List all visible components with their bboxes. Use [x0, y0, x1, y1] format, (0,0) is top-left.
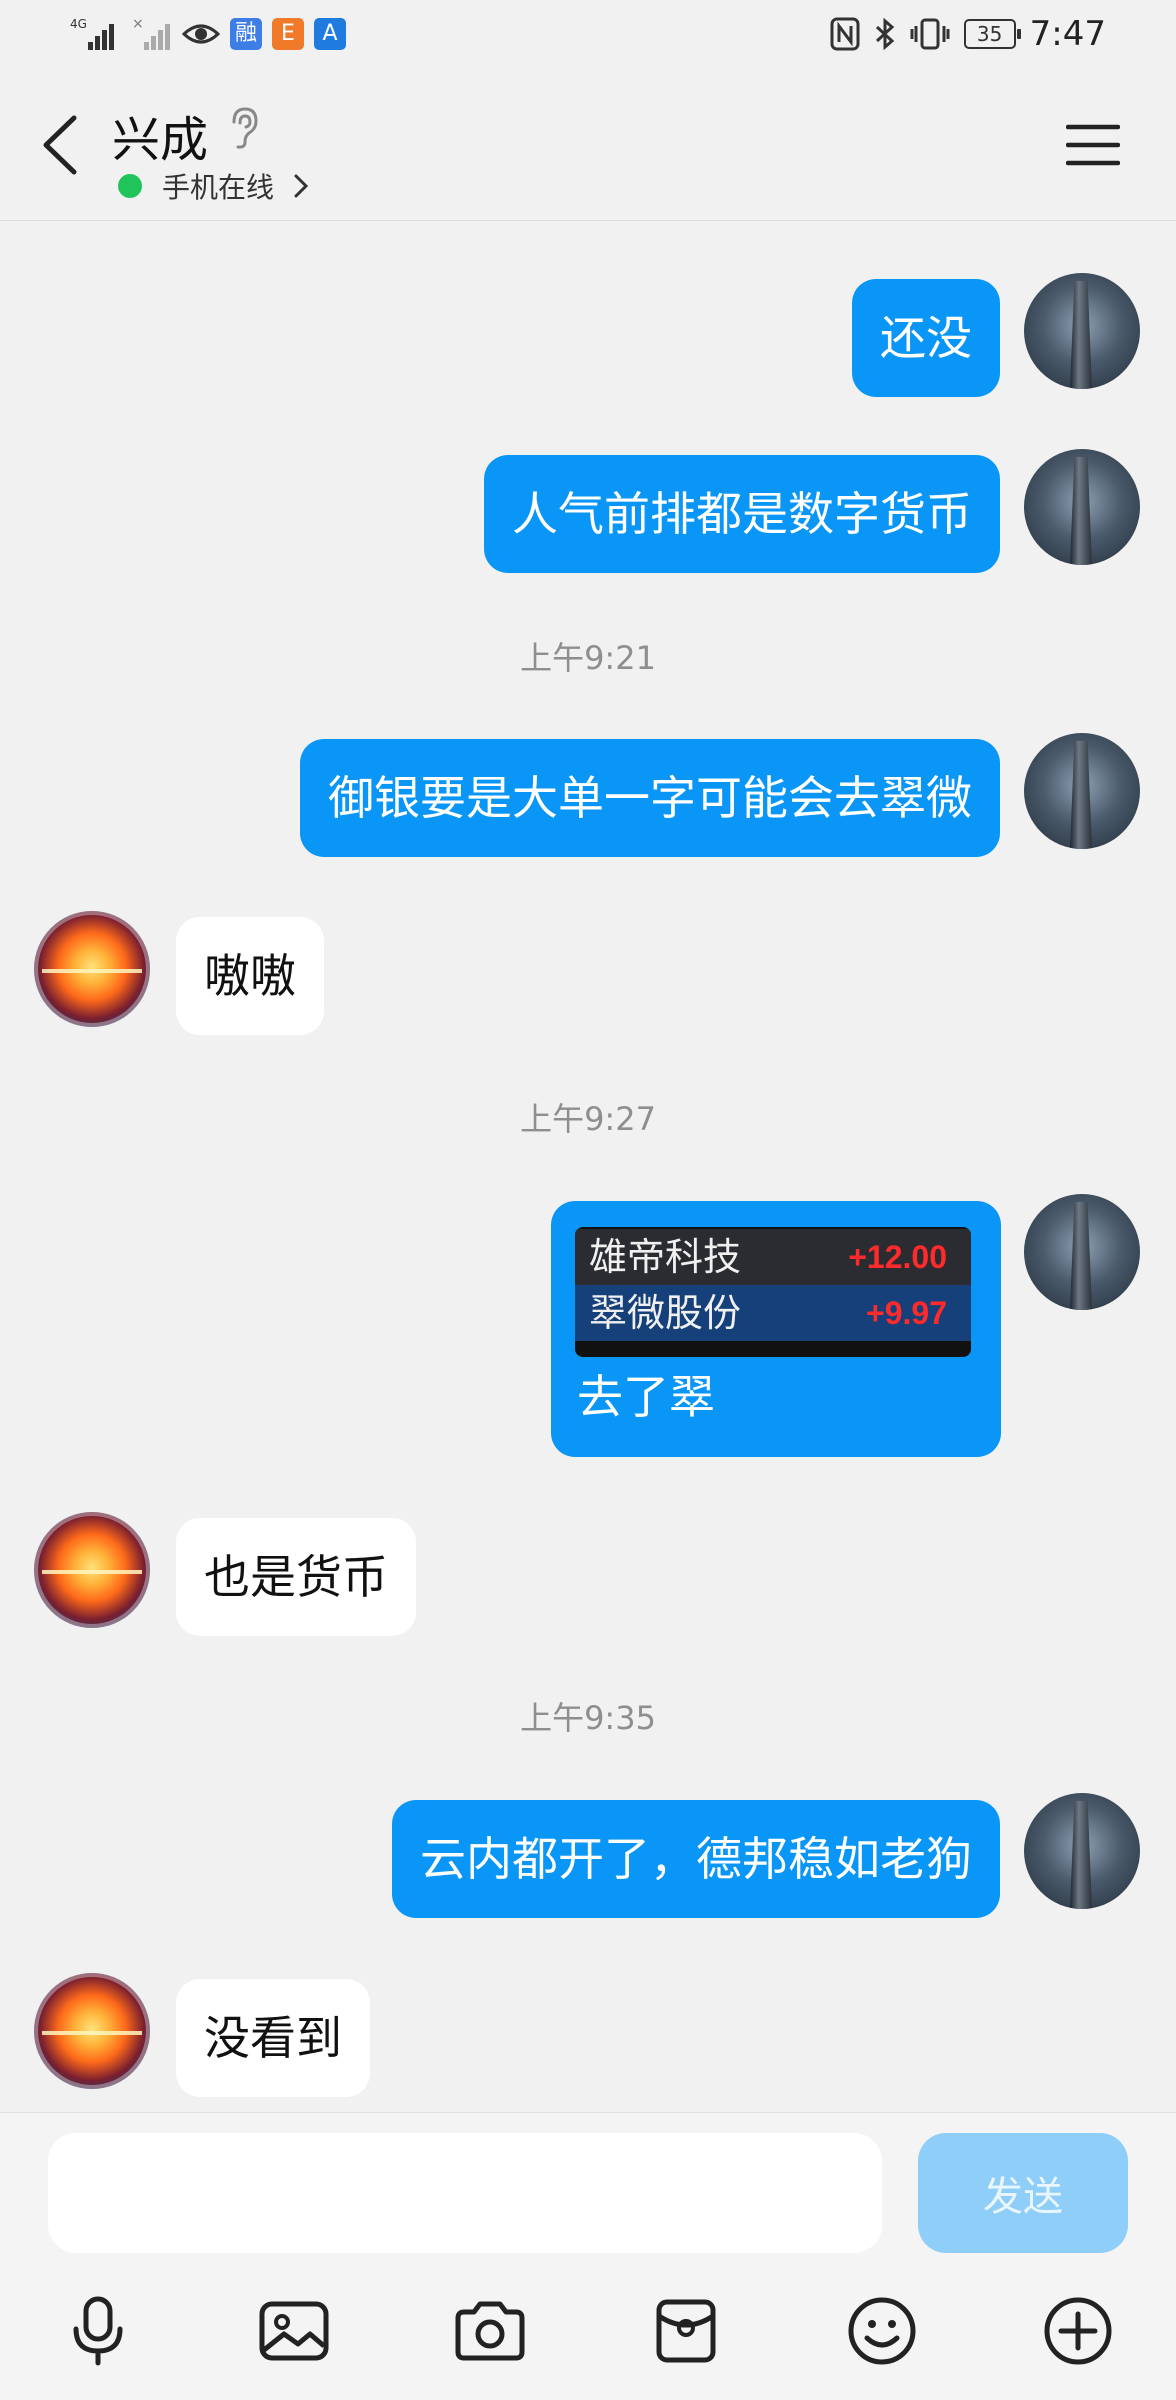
online-dot [118, 174, 142, 198]
eye-icon [182, 24, 220, 44]
bluetooth-icon [875, 17, 894, 51]
stock-name: 雄帝科技 [589, 1235, 742, 1279]
my-avatar[interactable] [1024, 449, 1140, 565]
plus-button[interactable] [1038, 2291, 1118, 2371]
message-timestamp: 上午9:21 [520, 639, 656, 677]
battery-icon: 35 [963, 19, 1021, 49]
my-avatar[interactable] [1024, 1793, 1140, 1909]
camera-icon [455, 2301, 525, 2361]
a-app-label: A [322, 21, 338, 46]
message-bubble-sent[interactable]: 人气前排都是数字货币 [484, 455, 1000, 573]
my-avatar[interactable] [1024, 733, 1140, 849]
message-list[interactable]: 还没 人气前排都是数字货币 上午9:21 御银要是大单一字可能会去翠微 嗷嗷 上… [0, 221, 1176, 2111]
message-text: 没看到 [204, 2011, 342, 2065]
microphone-button[interactable] [58, 2291, 138, 2371]
message-bubble-image-sent[interactable]: 雄帝科技 +12.00 翠微股份 +9.97 去了翠 [551, 1201, 1001, 1457]
plus-icon [1044, 2297, 1112, 2365]
online-status-row[interactable]: 手机在线 [118, 166, 310, 206]
status-left: 4G × 融 E A [70, 16, 346, 52]
status-time: 7:47 [1029, 14, 1106, 54]
signal-4g-label: 4G [70, 17, 87, 31]
stock-change: +9.97 [866, 1295, 947, 1331]
my-avatar[interactable] [1024, 273, 1140, 389]
my-avatar[interactable] [1024, 1194, 1140, 1310]
stock-change: +12.00 [848, 1239, 947, 1275]
stock-screenshot-image[interactable]: 雄帝科技 +12.00 翠微股份 +9.97 [575, 1227, 971, 1357]
status-bar: 4G × 融 E A 35 7:47 [0, 0, 1176, 70]
vibrate-icon [910, 18, 950, 50]
svg-text:×: × [132, 16, 144, 32]
rong-app-icon: 融 [230, 18, 262, 50]
emoji-icon [848, 2297, 916, 2365]
camera-button[interactable] [450, 2291, 530, 2371]
microphone-icon [73, 2296, 123, 2366]
message-text: 去了翠 [577, 1370, 715, 1424]
contact-name[interactable]: 兴成 [112, 100, 208, 170]
ear-icon[interactable] [224, 106, 264, 150]
message-bubble-received[interactable]: 嗷嗷 [176, 917, 324, 1035]
image-button[interactable] [254, 2291, 334, 2371]
message-text: 御银要是大单一字可能会去翠微 [328, 771, 972, 825]
a-app-icon: A [314, 18, 346, 50]
hamburger-menu-icon[interactable] [1066, 122, 1120, 168]
e-app-icon: E [272, 18, 304, 50]
chevron-right-icon [294, 174, 309, 198]
image-icon [259, 2301, 329, 2361]
message-bubble-sent[interactable]: 御银要是大单一字可能会去翠微 [300, 739, 1000, 857]
stock-row: 雄帝科技 +12.00 [575, 1229, 971, 1285]
chat-header: 兴成 手机在线 [0, 70, 1176, 221]
message-bubble-sent[interactable]: 云内都开了，德邦稳如老狗 [392, 1800, 1000, 1918]
send-button[interactable]: 发送 [918, 2133, 1128, 2253]
red-packet-button[interactable] [646, 2291, 726, 2371]
message-text: 也是货币 [204, 1550, 388, 1604]
emoji-button[interactable] [842, 2291, 922, 2371]
stock-name: 翠微股份 [589, 1291, 742, 1335]
message-bubble-received[interactable]: 也是货币 [176, 1518, 416, 1636]
message-text: 人气前排都是数字货币 [512, 487, 972, 541]
contact-avatar[interactable] [34, 911, 150, 1027]
message-bubble-received[interactable]: 没看到 [176, 1979, 370, 2097]
e-app-label: E [281, 21, 295, 46]
chevron-left-icon[interactable] [36, 110, 86, 180]
message-input[interactable] [48, 2133, 882, 2253]
message-timestamp: 上午9:35 [520, 1699, 656, 1737]
online-status-text: 手机在线 [162, 171, 275, 204]
nfc-icon [830, 17, 860, 51]
message-text: 嗷嗷 [204, 949, 296, 1003]
message-text: 云内都开了，德邦稳如老狗 [420, 1832, 972, 1886]
red-packet-icon [656, 2299, 716, 2363]
contact-avatar[interactable] [34, 1512, 150, 1628]
composer-bar: 发送 [0, 2112, 1176, 2400]
signal-4g-icon: 4G [70, 17, 114, 50]
message-timestamp: 上午9:27 [520, 1100, 656, 1138]
status-right: 35 7:47 [830, 14, 1106, 54]
message-text: 还没 [880, 311, 972, 365]
stock-row: 翠微股份 +9.97 [575, 1285, 971, 1341]
battery-level: 35 [976, 22, 1003, 46]
message-bubble-sent[interactable]: 还没 [852, 279, 1000, 397]
contact-avatar[interactable] [34, 1973, 150, 2089]
chat-screen: 4G × 融 E A 35 7:47 兴成 手机在线 还没 人气前排都是数字货币… [0, 0, 1176, 2400]
rong-app-label: 融 [234, 21, 257, 46]
signal-none-icon: × [132, 16, 170, 50]
